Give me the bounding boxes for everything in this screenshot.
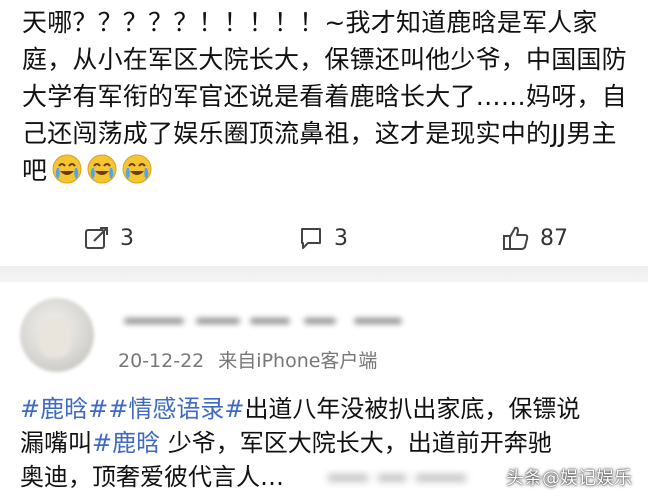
hashtag-link[interactable]: #鹿晗 xyxy=(92,429,160,457)
repost-count: 3 xyxy=(120,225,134,251)
comment-count: 3 xyxy=(334,225,348,251)
laughing-crying-emoji-icon xyxy=(122,154,152,184)
screenshot-page: 天哪？？？？？！！！！！~我才知道鹿晗是军人家庭，从小在军区大院长大，保镖还叫他… xyxy=(0,0,648,500)
blurred-text-overlay xyxy=(328,468,478,488)
post-divider xyxy=(0,266,648,282)
repost-button[interactable]: 3 xyxy=(84,218,134,258)
laughing-crying-emoji-icon xyxy=(52,154,82,184)
like-count: 87 xyxy=(540,225,568,251)
weibo-post-1: 天哪？？？？？！！！！！~我才知道鹿晗是军人家庭，从小在军区大院长大，保镖还叫他… xyxy=(0,0,648,268)
post-date: 20-12-22 xyxy=(118,350,205,372)
post-line-2-rest: 少爷，军区大院长大，出道前开奔驰 xyxy=(160,429,552,457)
hashtag-link[interactable]: #鹿晗##情感语录# xyxy=(20,395,244,423)
blurred-username xyxy=(124,312,424,334)
post-line-1: #鹿晗##情感语录#出道八年没被扒出家底，保镖说 xyxy=(20,392,640,426)
like-button[interactable]: 87 xyxy=(502,218,568,258)
post-meta: 20-12-22 来自iPhone客户端 xyxy=(118,346,377,373)
post-line-3-text: 奥迪，顶奢爱彼代言人… xyxy=(20,463,284,491)
post-line-2-text: 漏嘴叫 xyxy=(20,429,92,457)
avatar[interactable] xyxy=(20,298,94,372)
watermark: 头条@娱记娱乐 xyxy=(506,468,632,489)
post-body-text: 天哪？？？？？！！！！！~我才知道鹿晗是军人家庭，从小在军区大院长大，保镖还叫他… xyxy=(22,4,632,189)
post-line-1-text: 出道八年没被扒出家底，保镖说 xyxy=(244,395,581,423)
thumbs-up-icon xyxy=(503,226,529,250)
laughing-crying-emoji-icon xyxy=(87,154,117,184)
post-line-2: 漏嘴叫#鹿晗 少爷，军区大院长大，出道前开奔驰 xyxy=(20,426,640,460)
comment-icon xyxy=(301,228,321,249)
comment-button[interactable]: 3 xyxy=(298,218,348,258)
repost-icon xyxy=(85,227,108,249)
post-action-bar: 3 3 87 xyxy=(0,218,648,258)
post-source: 来自iPhone客户端 xyxy=(218,350,378,372)
